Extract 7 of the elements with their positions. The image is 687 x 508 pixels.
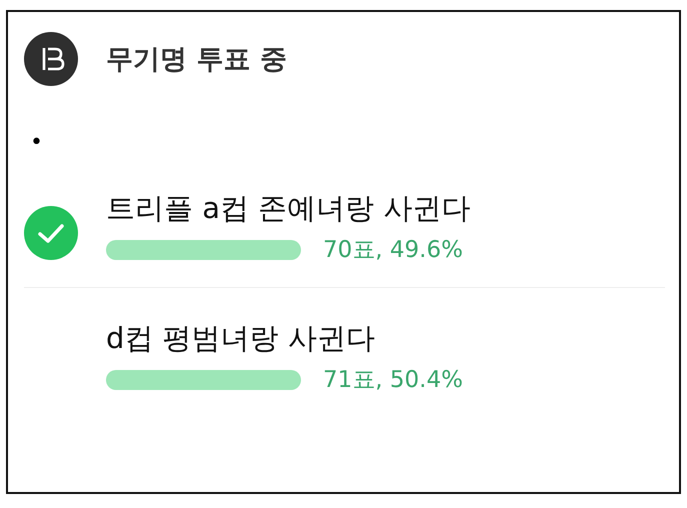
- vote-result: 70표, 49.6%: [323, 236, 463, 265]
- poll-title: 무기명 투표 중: [106, 43, 287, 77]
- option-label[interactable]: 트리플 a컵 존예녀랑 사귄다: [106, 188, 470, 228]
- poll-icon: [24, 32, 78, 86]
- vote-result: 71표, 50.4%: [323, 366, 463, 395]
- option-label[interactable]: d컵 평범녀랑 사귄다: [106, 318, 463, 358]
- bullet-text: •: [30, 129, 44, 157]
